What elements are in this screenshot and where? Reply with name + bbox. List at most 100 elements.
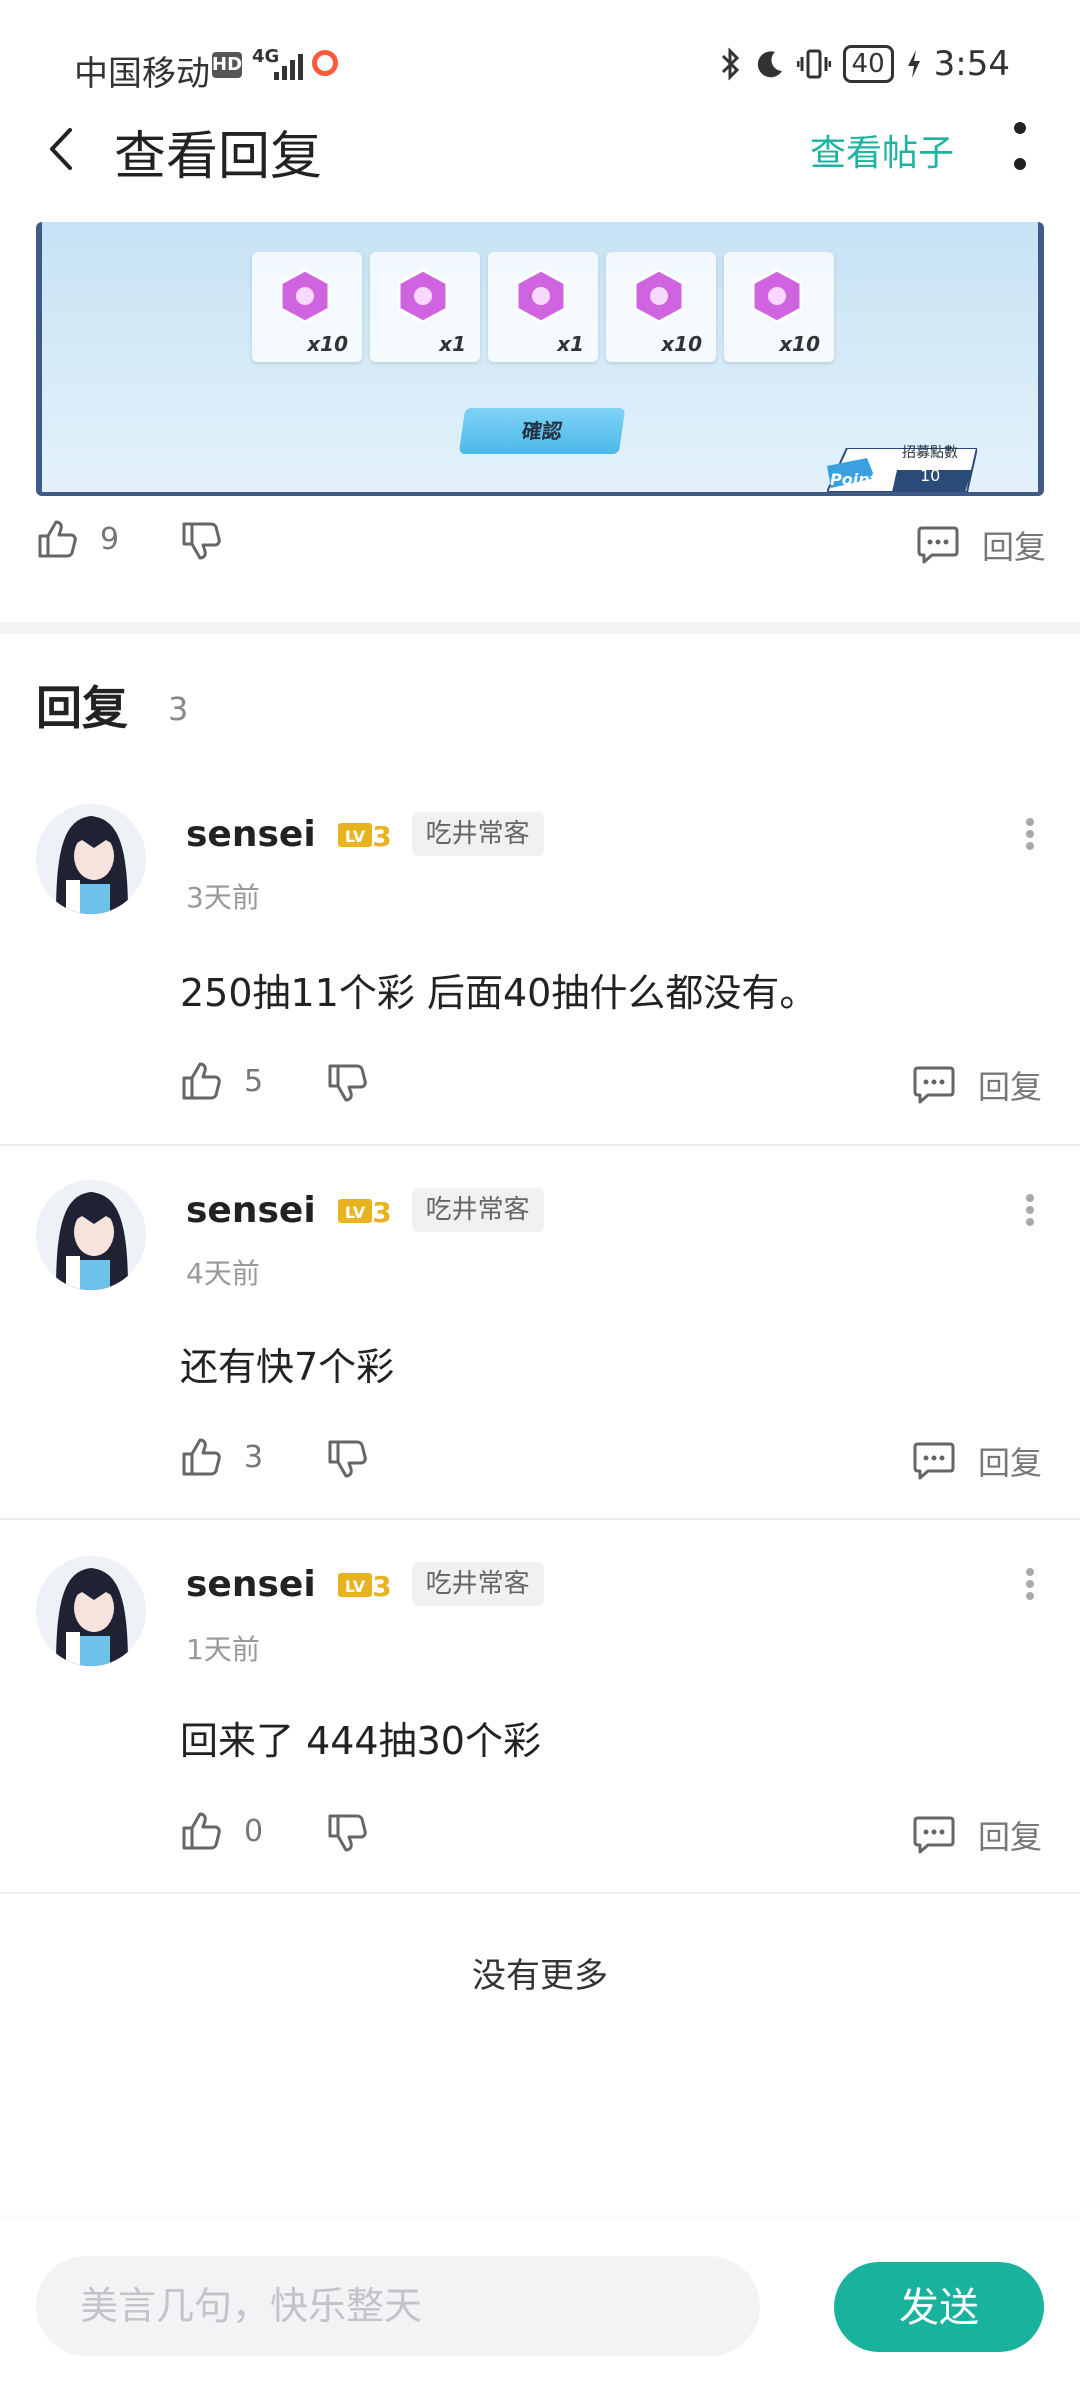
point-value: 10 — [920, 466, 941, 485]
send-button[interactable]: 发送 — [834, 2262, 1044, 2352]
comment-content: 还有快7个彩 — [180, 1345, 395, 1389]
thumbs-down-icon[interactable] — [326, 1812, 368, 1854]
comment-like-group[interactable]: 5 — [180, 1060, 263, 1102]
back-arrow-icon[interactable] — [42, 124, 82, 174]
level-badge: LV 3 — [337, 820, 390, 849]
user-tag: 吃井常客 — [411, 1188, 544, 1232]
comment-more-icon[interactable] — [1024, 1192, 1036, 1228]
comment-header: sensei LV 3 吃井常客 — [186, 1562, 544, 1606]
svg-text:3: 3 — [372, 820, 390, 849]
comment-content: 250抽11个彩 后面40抽什么都没有。 — [180, 971, 818, 1015]
avatar[interactable] — [36, 1180, 146, 1290]
thumbs-up-icon[interactable] — [180, 1060, 222, 1102]
comment-content: 回来了 444抽30个彩 — [180, 1719, 541, 1763]
reward-card: x10 — [606, 252, 716, 362]
thumbs-down-icon[interactable] — [180, 520, 222, 562]
user-tag: 吃井常客 — [411, 1562, 544, 1606]
charging-icon — [907, 50, 920, 78]
comment-separator — [0, 1144, 1080, 1146]
gem-icon — [633, 268, 685, 324]
level-badge: LV 3 — [337, 1570, 390, 1599]
comment-reply-button[interactable]: 回复 — [912, 1812, 1042, 1858]
reward-card: x1 — [370, 252, 480, 362]
gem-icon — [751, 268, 803, 324]
thumbs-up-icon[interactable] — [36, 518, 78, 560]
recording-icon — [312, 50, 338, 76]
avatar[interactable] — [36, 804, 146, 914]
comment-reply-button[interactable]: 回复 — [912, 1438, 1042, 1484]
username[interactable]: sensei — [186, 814, 316, 855]
more-options-icon[interactable] — [1010, 120, 1030, 174]
thumbs-up-icon[interactable] — [180, 1810, 222, 1852]
comment-separator — [0, 1518, 1080, 1520]
svg-text:3: 3 — [372, 1570, 390, 1599]
gem-icon — [515, 268, 567, 324]
vibrate-icon — [796, 49, 831, 79]
avatar-image — [36, 1180, 146, 1290]
clock: 3:54 — [933, 44, 1010, 84]
replies-title: 回复 — [36, 681, 128, 735]
reward-card: x1 — [488, 252, 598, 362]
reply-label: 回复 — [978, 1818, 1043, 1856]
comment-icon[interactable] — [912, 1815, 956, 1855]
avatar-image — [36, 1556, 146, 1666]
reply-label: 回复 — [978, 1444, 1043, 1482]
username[interactable]: sensei — [186, 1190, 316, 1231]
status-bar: 中国移动 HD 4G 40 3:54 — [0, 0, 1080, 130]
comment-separator — [0, 1892, 1080, 1894]
post-like-count: 9 — [100, 521, 120, 557]
username[interactable]: sensei — [186, 1564, 316, 1605]
moon-icon — [757, 51, 782, 78]
no-more-text: 没有更多 — [472, 1956, 608, 1996]
post-reply-button[interactable]: 回复 — [916, 522, 1046, 568]
level-badge: LV 3 — [337, 1196, 390, 1225]
comment-icon[interactable] — [912, 1441, 956, 1481]
comment-icon[interactable] — [912, 1065, 956, 1105]
view-post-link[interactable]: 查看帖子 — [810, 124, 954, 176]
reward-quantity: x1 — [557, 332, 584, 356]
thumbs-up-icon[interactable] — [180, 1436, 222, 1478]
battery-icon: 40 — [842, 45, 894, 83]
point-word: Point — [830, 470, 878, 489]
comment-like-count: 5 — [244, 1063, 264, 1099]
comment-like-group[interactable]: 0 — [180, 1810, 263, 1852]
svg-text:3: 3 — [372, 1196, 390, 1225]
comment-time: 3天前 — [186, 881, 260, 914]
comment-more-icon[interactable] — [1024, 816, 1036, 852]
post-like-group[interactable]: 9 — [36, 518, 119, 560]
reward-card: x10 — [252, 252, 362, 362]
avatar-image — [36, 804, 146, 914]
confirm-button: 確認 — [458, 408, 626, 454]
gem-icon — [397, 268, 449, 324]
reward-quantity: x10 — [307, 332, 348, 356]
point-title: 招募點數 — [902, 445, 958, 461]
comment-more-icon[interactable] — [1024, 1566, 1036, 1602]
section-divider — [0, 622, 1080, 634]
reply-label: 回复 — [978, 1068, 1043, 1106]
comment-time: 1天前 — [186, 1633, 260, 1666]
reward-card: x10 — [724, 252, 834, 362]
thumbs-down-icon[interactable] — [326, 1062, 368, 1104]
comment-like-group[interactable]: 3 — [180, 1436, 263, 1478]
comment-like-count: 0 — [244, 1813, 264, 1849]
reward-quantity: x1 — [439, 332, 466, 356]
reward-quantity: x10 — [779, 332, 820, 356]
reply-input[interactable] — [36, 2256, 760, 2356]
comment-reply-button[interactable]: 回复 — [912, 1062, 1042, 1108]
post-image[interactable]: x10 x1 x1 x10 x10 確認 Point 招募點數 10 — [36, 222, 1044, 496]
svg-text:LV: LV — [344, 1577, 365, 1596]
comment-header: sensei LV 3 吃井常客 — [186, 812, 544, 856]
comment-icon[interactable] — [916, 525, 960, 565]
thumbs-down-icon[interactable] — [326, 1438, 368, 1480]
comment-header: sensei LV 3 吃井常客 — [186, 1188, 544, 1232]
svg-text:LV: LV — [344, 827, 365, 846]
comment-like-count: 3 — [244, 1439, 264, 1475]
comment-time: 4天前 — [186, 1257, 260, 1290]
status-right: 40 3:54 — [719, 44, 1010, 84]
bluetooth-icon — [721, 47, 739, 81]
carrier-name: 中国移动 — [74, 54, 210, 94]
reply-label: 回复 — [982, 528, 1047, 566]
page-title: 查看回复 — [114, 127, 323, 187]
avatar[interactable] — [36, 1556, 146, 1666]
reward-quantity: x10 — [661, 332, 702, 356]
